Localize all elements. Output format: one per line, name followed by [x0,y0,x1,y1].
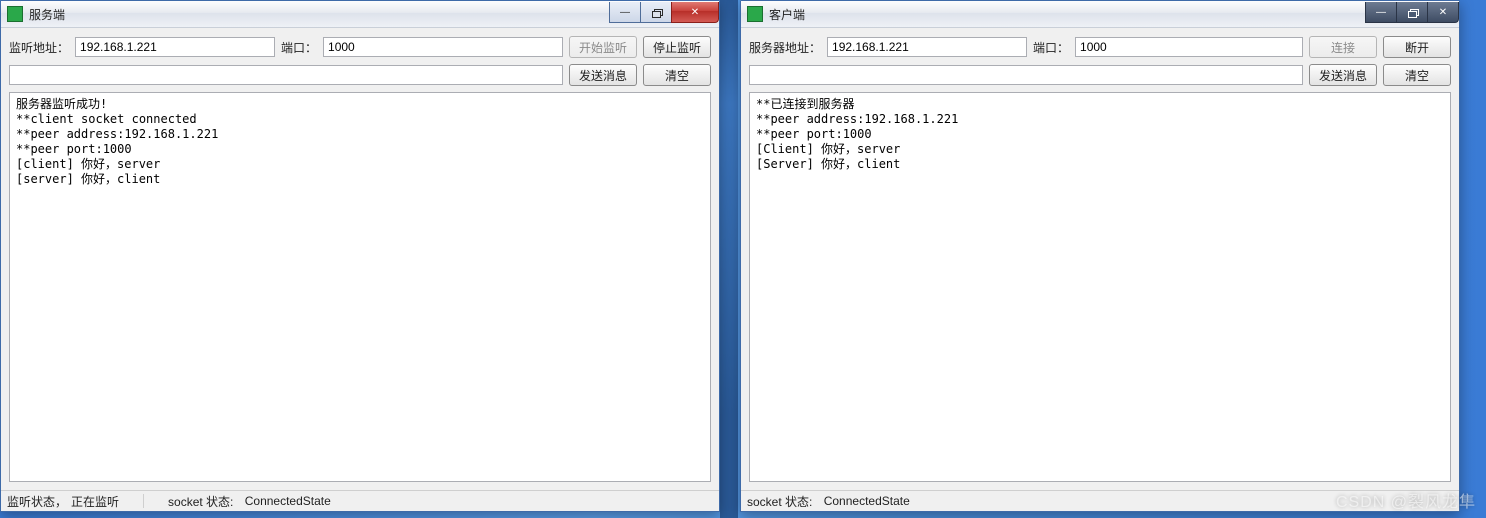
port-label: 端口： [281,39,317,56]
stop-listen-button[interactable]: 停止监听 [643,36,711,58]
server-statusbar: 监听状态， 正在监听 socket 状态: ConnectedState [1,490,719,511]
minimize-button[interactable]: — [609,2,641,23]
close-button[interactable]: ✕ [1427,2,1459,23]
client-clear-button[interactable]: 清空 [1383,64,1451,86]
client-send-button[interactable]: 发送消息 [1309,64,1377,86]
minimize-button[interactable]: — [1365,2,1397,23]
desktop-gap [720,0,738,518]
server-addr-label: 服务器地址： [749,39,821,56]
client-window-title: 客户端 [769,6,1360,23]
socket-status-value: ConnectedState [824,494,910,508]
client-message-input[interactable] [749,65,1303,85]
listen-status: 监听状态， 正在监听 [7,493,119,510]
listen-status-value: 正在监听 [71,493,119,510]
port-input[interactable] [323,37,563,57]
server-message-input[interactable] [9,65,563,85]
client-window: 客户端 — ✕ 服务器地址： 端口： 连接 断开 发送消息 清空 **已连接到服… [740,0,1460,512]
server-conn-row: 监听地址： 端口： 开始监听 停止监听 [9,36,711,58]
server-titlebar[interactable]: 服务端 — ✕ [1,1,719,28]
client-port-label: 端口： [1033,39,1069,56]
listen-addr-input[interactable] [75,37,275,57]
app-icon [7,6,23,22]
client-statusbar: socket 状态: ConnectedState [741,490,1459,511]
client-conn-row: 服务器地址： 端口： 连接 断开 [749,36,1451,58]
window-controls: — ✕ [1366,2,1459,22]
client-titlebar[interactable]: 客户端 — ✕ [741,1,1459,28]
server-addr-input[interactable] [827,37,1027,57]
listen-addr-label: 监听地址： [9,39,69,56]
close-button[interactable]: ✕ [671,2,719,23]
restore-button[interactable] [1396,2,1428,23]
server-clear-button[interactable]: 清空 [643,64,711,86]
server-msg-row: 发送消息 清空 [9,64,711,86]
client-socket-status: socket 状态: ConnectedState [747,493,910,510]
window-controls: — ✕ [610,2,719,22]
server-window: 服务端 — ✕ 监听地址： 端口： 开始监听 停止监听 发送消息 清空 服务器监… [0,0,720,512]
server-log[interactable]: 服务器监听成功! **client socket connected **pee… [9,92,711,482]
server-send-button[interactable]: 发送消息 [569,64,637,86]
connect-button[interactable]: 连接 [1309,36,1377,58]
client-port-input[interactable] [1075,37,1303,57]
socket-status-label: socket 状态: [747,493,812,510]
client-msg-row: 发送消息 清空 [749,64,1451,86]
restore-button[interactable] [640,2,672,23]
client-log[interactable]: **已连接到服务器 **peer address:192.168.1.221 *… [749,92,1451,482]
server-content: 监听地址： 端口： 开始监听 停止监听 发送消息 清空 服务器监听成功! **c… [1,28,719,490]
client-content: 服务器地址： 端口： 连接 断开 发送消息 清空 **已连接到服务器 **pee… [741,28,1459,490]
listen-status-label: 监听状态， [7,493,67,510]
socket-status-label: socket 状态: [168,493,233,510]
server-window-title: 服务端 [29,6,604,23]
disconnect-button[interactable]: 断开 [1383,36,1451,58]
status-separator [143,494,144,508]
socket-status: socket 状态: ConnectedState [168,493,331,510]
socket-status-value: ConnectedState [245,494,331,508]
start-listen-button[interactable]: 开始监听 [569,36,637,58]
app-icon [747,6,763,22]
